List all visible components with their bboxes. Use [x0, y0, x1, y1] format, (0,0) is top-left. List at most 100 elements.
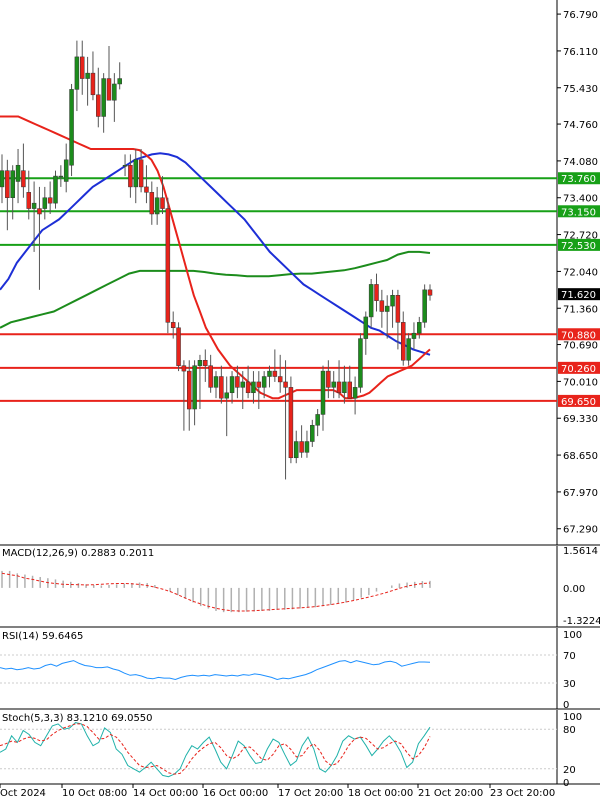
candle-body: [320, 370, 326, 415]
candle-body: [256, 381, 262, 388]
candle-body: [165, 208, 171, 323]
candle-body: [294, 441, 299, 459]
candle-body: [219, 376, 224, 399]
price-tick-label: 74.080: [563, 157, 598, 168]
candle-body: [69, 89, 74, 166]
price-tick-label: 67.970: [563, 488, 598, 499]
candle-body: [112, 83, 117, 101]
price-tick-label: 67.290: [563, 525, 598, 536]
candle-body: [47, 197, 53, 204]
macd-axis-ticks: 1.5614 0.00 -1.3224: [563, 546, 600, 627]
rsi-axis-ticks: 100 70 30 0: [0, 630, 582, 711]
candle-body: [37, 208, 42, 215]
candle-body: [379, 300, 385, 312]
candle-body: [149, 192, 155, 215]
time-tick-label: 21 Oct 20:00: [418, 788, 483, 799]
candle-body: [128, 164, 133, 188]
main-pane: 76.79076.11075.43074.76074.08073.40072.7…: [0, 0, 600, 546]
candle-body: [197, 360, 203, 366]
candle-body: [358, 338, 363, 388]
candle-body: [90, 72, 96, 96]
candle-body: [427, 289, 433, 296]
stoch-tick-label: 0: [563, 778, 569, 789]
candle-body: [192, 365, 197, 410]
rsi-tick-label: 30: [563, 679, 576, 690]
candle-body: [144, 186, 149, 193]
price-tick-label: 72.040: [563, 267, 598, 278]
candle-body: [277, 376, 283, 383]
time-axis-labels: Oct 2024 10 Oct 08:00 14 Oct 00:00 16 Oct 0…: [0, 784, 555, 799]
price-tick-label: 69.330: [563, 414, 598, 425]
candle-body: [117, 78, 122, 85]
level-label: 72.530: [561, 241, 596, 252]
candle-body: [80, 56, 85, 79]
candle-body: [224, 392, 229, 399]
candle-body: [342, 381, 347, 394]
price-tick-label: 73.400: [563, 194, 598, 205]
candle-body: [395, 295, 401, 323]
candle-body: [251, 381, 256, 394]
candle-body: [315, 414, 320, 426]
rsi-label: RSI(14) 59.6465: [2, 631, 83, 642]
candle-body: [363, 316, 369, 339]
price-tick-label: 70.010: [563, 377, 598, 388]
level-label: 70.880: [561, 330, 596, 341]
candle-body: [390, 295, 395, 307]
level-label: 70.260: [561, 364, 596, 375]
time-tick-label: 18 Oct 00:00: [348, 788, 413, 799]
rsi-tick-label: 0: [563, 700, 569, 711]
current-price-marker: 71.620: [558, 288, 600, 301]
stoch-tick-label: 20: [563, 765, 576, 776]
macd-label: MACD(12,26,9) 0.2883 0.2011: [2, 548, 154, 559]
candle-body: [374, 284, 379, 301]
candle-body: [213, 376, 219, 388]
candle-body: [401, 322, 406, 361]
candle-body: [331, 381, 336, 388]
candle-body: [326, 370, 331, 388]
rsi-pane: RSI(14) 59.6465 100 70 30 0: [0, 628, 600, 711]
candle-body: [58, 175, 64, 178]
candle-body: [42, 197, 48, 209]
time-tick-label: Oct 2024: [0, 788, 46, 799]
stoch-tick-label: 100: [563, 712, 582, 723]
candle-body: [406, 338, 411, 361]
candle-body: [347, 381, 352, 399]
candles: [0, 40, 433, 480]
stoch-label: Stoch(5,3,3) 83.1210 69.0550: [2, 713, 153, 724]
level-label: 73.760: [561, 174, 596, 185]
candle-body: [21, 170, 26, 188]
candle-body: [10, 170, 15, 198]
candle-body: [352, 387, 358, 399]
candle-body: [299, 441, 304, 453]
candle-body: [101, 78, 106, 117]
time-tick-label: 10 Oct 08:00: [62, 788, 127, 799]
candle-body: [368, 284, 374, 318]
candle-body: [170, 322, 176, 329]
stoch-tick-label: 80: [563, 725, 576, 736]
rsi-tick-label: 70: [563, 651, 576, 662]
candle-body: [160, 197, 165, 209]
level-label: 69.650: [561, 397, 596, 408]
time-tick-label: 23 Oct 20:00: [490, 788, 555, 799]
candle-body: [5, 170, 10, 198]
candle-body: [31, 202, 37, 209]
candle-body: [304, 441, 310, 453]
macd-tick-label: 1.5614: [563, 546, 598, 557]
price-tick-label: 71.360: [563, 304, 598, 315]
candle-body: [336, 381, 342, 394]
candle-body: [267, 370, 272, 377]
macd-pane: MACD(12,26,9) 0.2883 0.2011 1.5614 0.00 -1…: [0, 546, 600, 628]
macd-tick-label: -1.3224: [563, 616, 600, 627]
rsi-tick-label: 100: [563, 630, 582, 641]
candle-body: [53, 175, 58, 204]
time-tick-label: 14 Oct 00:00: [133, 788, 198, 799]
candle-body: [26, 192, 31, 209]
price-tick-label: 74.760: [563, 120, 598, 131]
candle-body: [85, 72, 90, 79]
candle-body: [203, 360, 208, 366]
price-tick-label: 75.430: [563, 84, 598, 95]
candle-body: [411, 332, 417, 339]
candle-body: [96, 94, 101, 117]
candle-body: [106, 78, 112, 101]
chart: 76.79076.11075.43074.76074.08073.40072.7…: [0, 0, 600, 799]
